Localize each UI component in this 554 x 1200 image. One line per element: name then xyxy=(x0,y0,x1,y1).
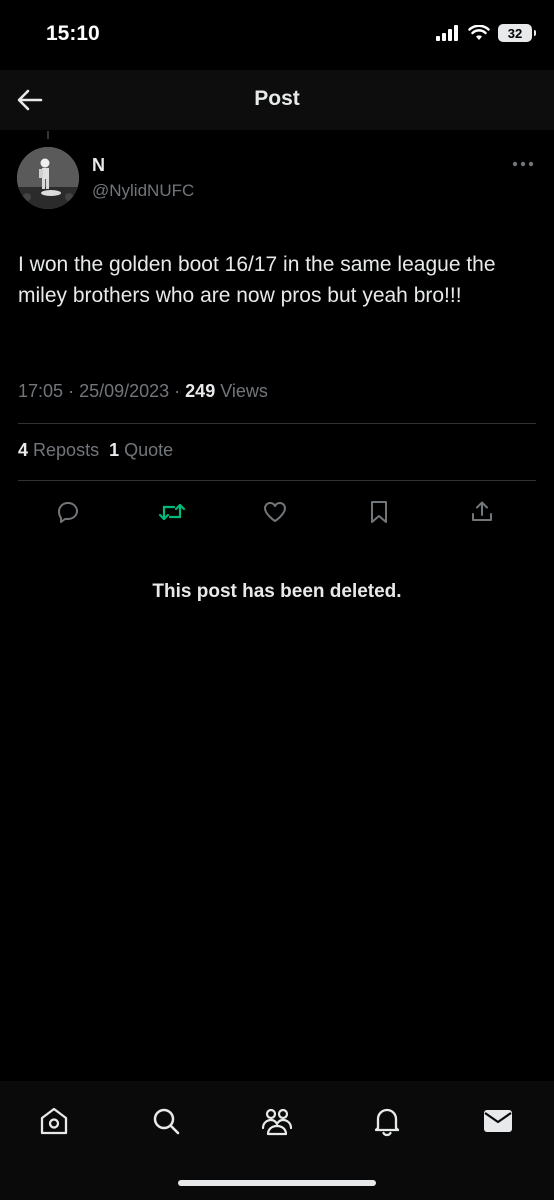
repost-icon xyxy=(158,503,186,521)
avatar[interactable] xyxy=(17,147,79,209)
communities-icon xyxy=(261,1108,293,1136)
reposts-link[interactable]: 4 Reposts xyxy=(18,440,99,461)
home-icon xyxy=(40,1107,68,1135)
like-icon xyxy=(264,502,286,522)
share-button[interactable] xyxy=(460,490,504,534)
divider xyxy=(18,423,536,424)
messages-icon xyxy=(484,1110,512,1132)
status-bar: 15:10 32 xyxy=(0,0,554,70)
repost-button[interactable] xyxy=(150,490,194,534)
home-indicator[interactable] xyxy=(178,1180,376,1186)
reposts-label: Reposts xyxy=(33,440,100,460)
battery-icon: 32 xyxy=(498,24,536,42)
post-stats: 4 Reposts 1 Quote xyxy=(18,440,173,461)
divider xyxy=(18,480,536,481)
quotes-link[interactable]: 1 Quote xyxy=(109,440,173,461)
tab-search[interactable] xyxy=(144,1099,188,1143)
post-actions xyxy=(0,490,554,534)
share-icon xyxy=(472,501,492,521)
reply-button[interactable] xyxy=(46,490,90,534)
top-navigation-bar: Post xyxy=(0,70,554,130)
tab-notifications[interactable] xyxy=(365,1099,409,1143)
bookmark-button[interactable] xyxy=(357,490,401,534)
thread-connector-line xyxy=(47,131,49,139)
avatar-image xyxy=(17,147,79,209)
views-count: 249 xyxy=(185,381,216,401)
post-time: 17:05 xyxy=(18,381,64,401)
post-text: I won the golden boot 16/17 in the same … xyxy=(18,253,496,307)
page-title: Post xyxy=(254,87,300,110)
tab-messages[interactable] xyxy=(476,1099,520,1143)
reposts-count: 4 xyxy=(18,440,29,460)
tab-home[interactable] xyxy=(32,1099,76,1143)
meta-separator: · xyxy=(174,381,186,401)
views-label: Views xyxy=(220,381,268,401)
tab-communities[interactable] xyxy=(255,1099,299,1143)
meta-separator: · xyxy=(68,381,80,401)
search-icon xyxy=(153,1108,180,1135)
like-button[interactable] xyxy=(253,490,297,534)
more-options-button[interactable] xyxy=(508,154,538,174)
author-handle[interactable]: @NylidNUFC xyxy=(92,181,194,201)
quotes-label: Quote xyxy=(124,440,174,460)
deleted-post-notice: This post has been deleted. xyxy=(152,581,402,602)
status-icons: 32 xyxy=(436,24,536,42)
notifications-icon xyxy=(374,1108,400,1137)
post-meta: 17:05 · 25/09/2023 · 249 Views xyxy=(18,381,268,402)
bookmark-icon xyxy=(371,501,387,523)
signal-icon xyxy=(436,25,458,41)
wifi-icon xyxy=(468,25,490,40)
author-name[interactable]: N xyxy=(92,155,105,176)
status-time: 15:10 xyxy=(46,22,100,45)
post-date: 25/09/2023 xyxy=(79,381,170,401)
battery-level: 32 xyxy=(507,25,523,41)
quotes-count: 1 xyxy=(109,440,120,460)
more-horizontal-icon xyxy=(512,161,534,167)
reply-icon xyxy=(58,502,78,523)
